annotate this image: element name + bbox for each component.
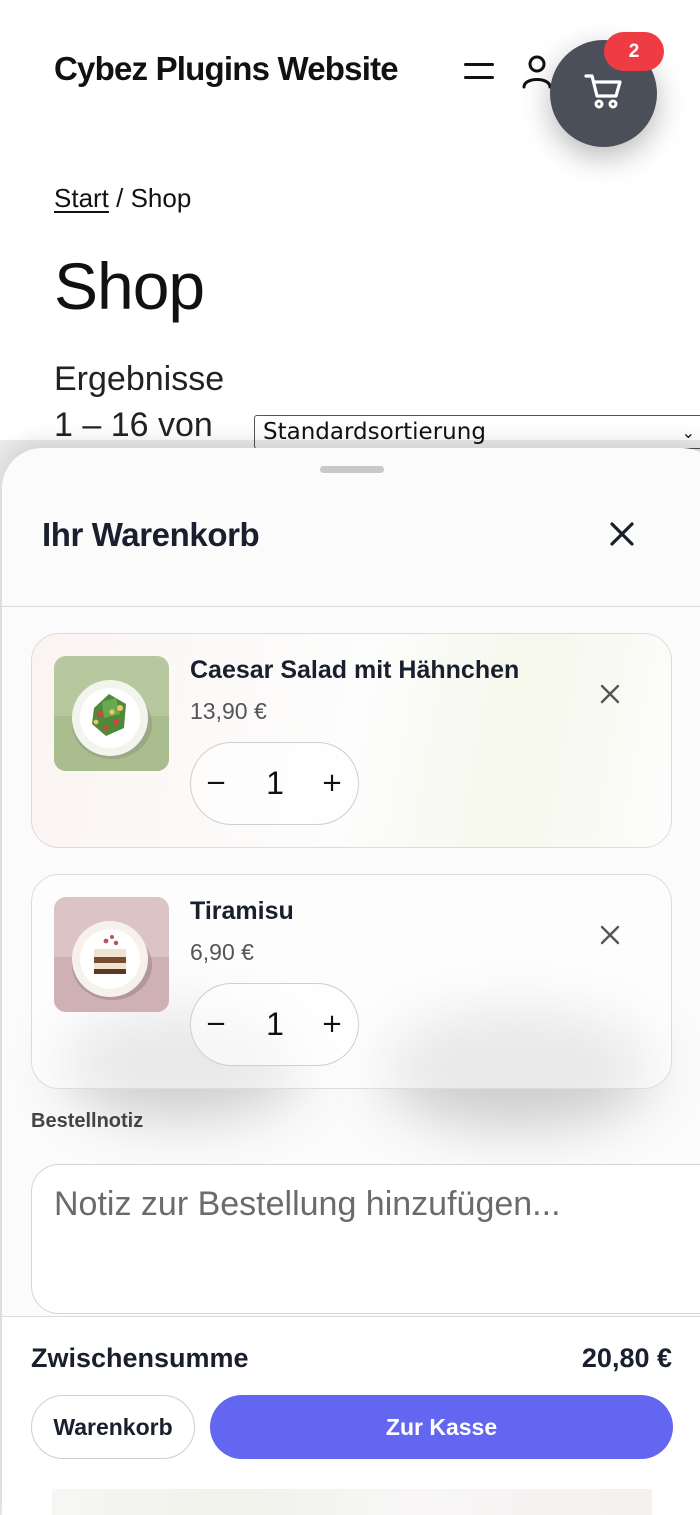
quantity-stepper: − 1 +: [190, 742, 359, 825]
cart-count-badge: 2: [604, 32, 664, 71]
quantity-input[interactable]: 1: [246, 1002, 304, 1046]
quantity-increase-button[interactable]: +: [312, 763, 352, 803]
quantity-increase-button[interactable]: +: [312, 1004, 352, 1044]
product-image-caesar-salad[interactable]: [54, 656, 169, 771]
item-price: 6,90 €: [190, 939, 254, 965]
view-cart-button[interactable]: Warenkorb: [31, 1395, 195, 1459]
user-icon[interactable]: [520, 54, 554, 90]
subtotal-label: Zwischensumme: [31, 1343, 249, 1373]
breadcrumb-home-link[interactable]: Start: [54, 183, 109, 213]
order-note-label: Bestellnotiz: [31, 1110, 144, 1132]
quantity-decrease-button[interactable]: −: [196, 1004, 236, 1044]
page-title: Shop: [54, 249, 205, 323]
subtotal-value: 20,80 €: [581, 1343, 672, 1373]
result-count: Ergebnisse 1 – 16 von: [54, 360, 225, 444]
checkout-button[interactable]: Zur Kasse: [210, 1395, 673, 1459]
cart-title: Ihr Warenkorb: [42, 516, 260, 553]
cart-item: Caesar Salad mit Hähnchen 13,90 € − 1 +: [31, 633, 672, 848]
cart-item: Tiramisu 6,90 € − 1 +: [31, 874, 672, 1089]
quantity-stepper: − 1 +: [190, 983, 359, 1066]
product-grid-peek: [52, 1489, 652, 1515]
cart-footer: Zwischensumme 20,80 € Warenkorb Zur Kass…: [2, 1316, 700, 1515]
breadcrumb: Start / Shop: [54, 183, 191, 214]
remove-item-icon[interactable]: [596, 921, 624, 949]
quantity-decrease-button[interactable]: −: [196, 763, 236, 803]
item-name[interactable]: Tiramisu: [190, 897, 294, 926]
site-title[interactable]: Cybez Plugins Website: [54, 50, 399, 88]
quantity-input[interactable]: 1: [246, 761, 304, 805]
breadcrumb-current: Shop: [130, 183, 192, 213]
cart-drawer: Ihr Warenkorb Caesar Salad mit Hähnchen …: [2, 448, 700, 1515]
close-icon[interactable]: [602, 514, 642, 554]
hamburger-menu-icon[interactable]: [462, 58, 496, 84]
shopping-cart-icon: [583, 72, 624, 115]
divider: [2, 606, 700, 607]
remove-item-icon[interactable]: [596, 680, 624, 708]
product-image-tiramisu[interactable]: [54, 897, 169, 1012]
item-price: 13,90 €: [190, 698, 267, 724]
order-note-field[interactable]: Notiz zur Bestellung hinzufügen...: [31, 1164, 700, 1314]
item-name[interactable]: Caesar Salad mit Hähnchen: [190, 656, 519, 685]
breadcrumb-separator: /: [108, 183, 131, 213]
drawer-drag-handle[interactable]: [320, 466, 384, 473]
